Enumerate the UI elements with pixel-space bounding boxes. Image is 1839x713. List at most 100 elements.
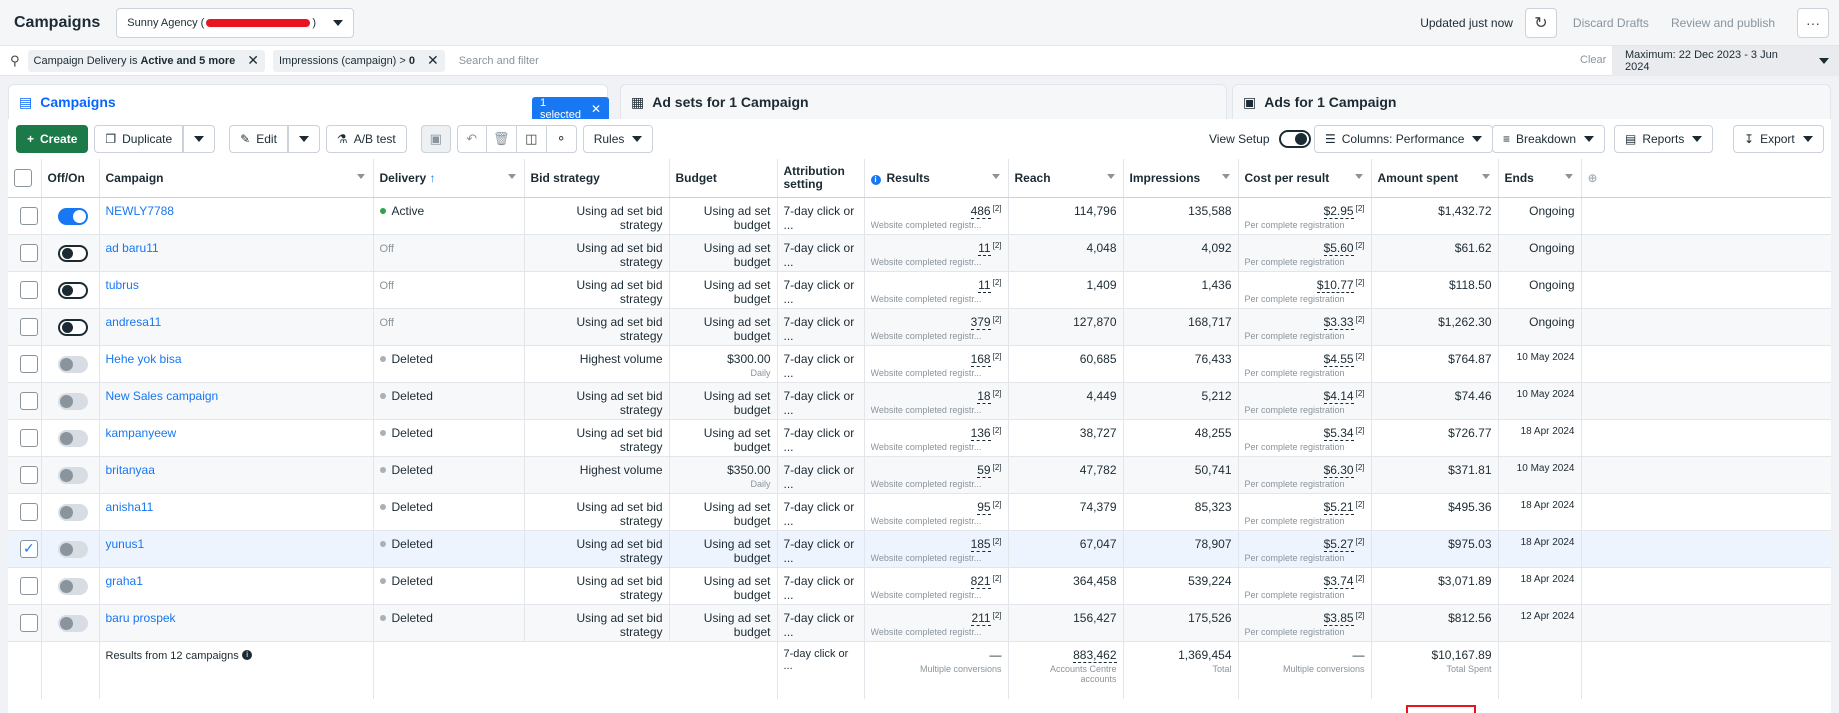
col-reach[interactable]: Reach xyxy=(1008,159,1124,198)
refresh-button[interactable]: ↻ xyxy=(1524,8,1557,38)
table-row[interactable]: baru prospek Deleted Using ad set bid stra… xyxy=(8,604,1831,642)
edit-button[interactable]: ✎ Edit xyxy=(229,125,288,153)
search-input[interactable]: Search and filter xyxy=(459,55,539,67)
table-row[interactable]: tubrus Off Using ad set bid strategy Using … xyxy=(8,271,1831,309)
date-range-picker[interactable]: Maximum: 22 Dec 2023 - 3 Jun 2024 xyxy=(1612,46,1839,76)
table-row[interactable]: NEWLY7788 Active Using ad set bid strategy… xyxy=(8,197,1831,235)
campaign-toggle[interactable] xyxy=(57,577,88,595)
reports-button[interactable]: ▤ Reports xyxy=(1614,125,1714,153)
campaign-toggle[interactable] xyxy=(57,318,88,336)
ad-account-selector[interactable]: Sunny Agency ( ) xyxy=(116,7,355,38)
duplicate-dropdown[interactable] xyxy=(183,125,216,153)
tab-adsets[interactable]: ▦ Ad sets for 1 Campaign xyxy=(620,84,1227,119)
campaign-toggle[interactable] xyxy=(57,281,88,299)
campaign-name-link[interactable]: graha1 xyxy=(106,574,143,588)
create-button[interactable]: + Create xyxy=(16,125,89,153)
campaign-name-link[interactable]: baru prospek xyxy=(106,611,176,625)
close-icon[interactable]: ✕ xyxy=(427,52,439,69)
col-attribution[interactable]: Attribution setting xyxy=(777,159,865,198)
filter-chip-delivery[interactable]: Campaign Delivery is Active and 5 more ✕ xyxy=(27,49,265,72)
edit-dropdown[interactable] xyxy=(287,125,320,153)
row-checkbox[interactable] xyxy=(20,354,38,373)
archive-icon[interactable]: ▣ xyxy=(420,125,451,153)
campaign-toggle[interactable] xyxy=(57,392,88,410)
table-row[interactable]: ad baru11 Off Using ad set bid strategy Usi… xyxy=(8,234,1831,272)
row-checkbox[interactable] xyxy=(20,428,38,447)
campaign-name-link[interactable]: tubrus xyxy=(106,278,139,292)
campaign-name-link[interactable]: andresa11 xyxy=(106,315,162,329)
row-checkbox[interactable] xyxy=(20,465,38,484)
row-checkbox[interactable] xyxy=(20,613,38,632)
filter-chip-impressions[interactable]: Impressions (campaign) > 0 ✕ xyxy=(272,49,445,72)
row-checkbox[interactable] xyxy=(20,502,38,521)
rules-button[interactable]: Rules xyxy=(582,125,654,153)
campaign-toggle[interactable] xyxy=(57,540,88,558)
close-icon[interactable]: ✕ xyxy=(591,102,601,116)
close-icon[interactable]: ✕ xyxy=(247,52,259,69)
add-column-header[interactable]: ⊕ xyxy=(1581,159,1831,198)
tab-campaigns[interactable]: ▤ Campaigns 1 selected ✕ xyxy=(8,84,610,121)
campaign-name-link[interactable]: ad baru11 xyxy=(106,241,159,255)
tab-ads[interactable]: ▣ Ads for 1 Campaign xyxy=(1232,84,1831,119)
campaign-toggle[interactable] xyxy=(57,466,88,484)
col-campaign[interactable]: Campaign xyxy=(99,159,374,198)
campaign-name-link[interactable]: Hehe yok bisa xyxy=(106,352,182,366)
campaign-toggle[interactable] xyxy=(57,244,88,262)
breakdown-button[interactable]: ≡ Breakdown xyxy=(1492,125,1606,153)
col-amount-spent[interactable]: Amount spent xyxy=(1371,159,1499,198)
row-checkbox[interactable] xyxy=(20,391,38,410)
clear-filters-link[interactable]: Clear xyxy=(1580,54,1606,66)
campaign-toggle[interactable] xyxy=(57,355,88,373)
row-toggle-cell xyxy=(41,419,100,457)
campaign-name-link[interactable]: NEWLY7788 xyxy=(106,204,174,218)
trash-icon[interactable]: 🗑 xyxy=(486,125,517,153)
info-icon[interactable]: i xyxy=(242,650,253,661)
row-checkbox[interactable] xyxy=(20,243,38,262)
tag-icon[interactable]: ⚬ xyxy=(546,125,577,153)
col-results[interactable]: i Results xyxy=(864,159,1009,198)
campaign-name-link[interactable]: britanyaa xyxy=(106,463,155,477)
table-row[interactable]: New Sales campaign Deleted Using ad set bi… xyxy=(8,382,1831,420)
preview-icon[interactable]: ◫ xyxy=(516,125,547,153)
campaign-name-link[interactable]: anisha11 xyxy=(106,500,154,514)
selected-count-pill[interactable]: 1 selected ✕ xyxy=(532,97,610,121)
row-checkbox[interactable] xyxy=(20,317,38,336)
col-cost-per-result[interactable]: Cost per result xyxy=(1238,159,1372,198)
table-row[interactable]: britanyaa Deleted Highest volume $350.00 Dai… xyxy=(8,456,1831,494)
campaign-toggle[interactable] xyxy=(57,207,88,225)
col-ends[interactable]: Ends xyxy=(1498,159,1582,198)
chevron-down-icon xyxy=(194,136,205,142)
col-impressions[interactable]: Impressions xyxy=(1123,159,1239,198)
campaign-toggle[interactable] xyxy=(57,429,88,447)
campaign-name-link[interactable]: yunus1 xyxy=(106,537,145,551)
export-button[interactable]: ↧ Export xyxy=(1733,125,1824,153)
review-publish-button[interactable]: Review and publish xyxy=(1671,16,1775,30)
col-bid-strategy[interactable]: Bid strategy xyxy=(524,159,670,198)
table-row[interactable]: Hehe yok bisa Deleted Highest volume $300.0… xyxy=(8,345,1831,383)
ab-test-button[interactable]: ⚗ A/B test xyxy=(325,125,407,153)
select-all-checkbox[interactable] xyxy=(14,168,32,187)
discard-drafts-button[interactable]: Discard Drafts xyxy=(1573,16,1649,30)
row-checkbox[interactable] xyxy=(20,280,38,299)
campaign-toggle[interactable] xyxy=(57,614,88,632)
row-checkbox[interactable] xyxy=(20,576,38,595)
table-row[interactable]: graha1 Deleted Using ad set bid strategy Us… xyxy=(8,567,1831,605)
view-setup-toggle[interactable] xyxy=(1279,130,1311,148)
row-checkbox[interactable] xyxy=(20,206,38,225)
table-row[interactable]: andresa11 Off Using ad set bid strategy Usi… xyxy=(8,308,1831,346)
results-value: 11 xyxy=(978,277,991,293)
undo-icon[interactable]: ↶ xyxy=(456,125,487,153)
col-budget[interactable]: Budget xyxy=(669,159,778,198)
results-value: 95 xyxy=(977,499,991,515)
campaign-name-link[interactable]: kampanyeew xyxy=(106,426,177,440)
col-delivery[interactable]: Delivery ↑ xyxy=(373,159,525,198)
campaign-name-link[interactable]: New Sales campaign xyxy=(106,389,219,403)
duplicate-button[interactable]: ❐ Duplicate xyxy=(94,125,184,153)
table-row[interactable]: anisha11 Deleted Using ad set bid strategy… xyxy=(8,493,1831,531)
campaign-toggle[interactable] xyxy=(57,503,88,521)
table-row[interactable]: kampanyeew Deleted Using ad set bid strate… xyxy=(8,419,1831,457)
columns-button[interactable]: ☰ Columns: Performance xyxy=(1314,125,1494,153)
more-options-button[interactable]: ··· xyxy=(1797,8,1829,38)
row-checkbox[interactable] xyxy=(20,539,38,558)
table-row[interactable]: yunus1 Deleted Using ad set bid strategy Us… xyxy=(8,530,1831,568)
